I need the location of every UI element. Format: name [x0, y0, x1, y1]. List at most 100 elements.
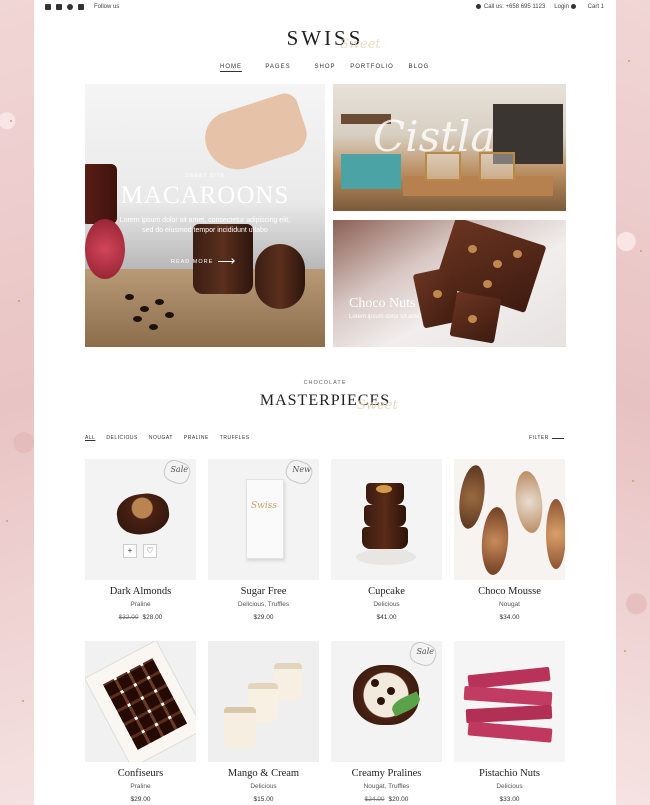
product-card[interactable]: Mango & Cream Delicious $15.00: [208, 641, 319, 803]
mousse-image: [512, 469, 546, 535]
product-filter-tabs: ALL DELICIOUS NOUGAT PRALINE TRUFFLES: [85, 435, 250, 441]
nav-item-blog[interactable]: BLOG: [396, 64, 443, 70]
chocolate-image: [114, 490, 172, 538]
sale-badge: Sale: [170, 465, 188, 474]
product-category[interactable]: Delicious: [331, 601, 442, 608]
add-to-cart-button[interactable]: +: [123, 544, 137, 558]
marble-background-right: [616, 0, 650, 805]
hero-banner-macaroons[interactable]: SWEET BITE MACAROONS Lorem ipsum dolor s…: [85, 84, 325, 347]
new-badge: New: [292, 465, 311, 474]
facebook-icon[interactable]: [45, 4, 51, 10]
phone-info: Call us: +658 695 1123: [475, 4, 546, 11]
product-card[interactable]: Confiseurs Praline $29.00: [85, 641, 196, 803]
site-logo[interactable]: SWISS: [34, 26, 616, 51]
filter-praline[interactable]: PRALINE: [184, 435, 209, 441]
pistachio-bar: [467, 666, 551, 690]
cart-link[interactable]: Cart 1: [588, 4, 604, 10]
old-price: $32.00: [118, 614, 139, 621]
filter-label: FILTER: [529, 435, 549, 441]
arrow-right-icon: [218, 261, 235, 262]
youtube-icon[interactable]: [78, 4, 84, 10]
product-name[interactable]: Cupcake: [331, 586, 442, 597]
nav-item-shop[interactable]: SHOP: [302, 64, 349, 70]
login-label: Login: [554, 4, 569, 11]
product-price: $33.00: [454, 796, 565, 803]
product-category[interactable]: Praline: [85, 601, 196, 608]
filter-button[interactable]: FILTER: [529, 435, 564, 441]
filter-delicious[interactable]: DELICIOUS: [106, 435, 137, 441]
nav-item-portfolio[interactable]: PORTFOLIO: [349, 64, 396, 70]
current-price: $29.00: [253, 614, 274, 621]
product-card[interactable]: Choco Mousse Nougat $34.00: [454, 459, 565, 621]
nav-item-home[interactable]: HOME: [208, 64, 255, 70]
product-image[interactable]: [454, 459, 565, 580]
login-link[interactable]: Login: [554, 4, 578, 10]
chocolate-pack-image: [246, 479, 284, 559]
section-title: MASTERPIECES: [259, 392, 391, 409]
filter-truffles[interactable]: TRUFFLES: [220, 435, 250, 441]
marble-background-left: [0, 0, 34, 805]
wishlist-button[interactable]: ♡: [143, 544, 157, 558]
product-card[interactable]: Sale + ♡ Dark Almonds Praline $32.00 $28.…: [85, 459, 196, 621]
hero-text: Lorem ipsum dolor sit amet, consectetur …: [119, 217, 291, 234]
product-image[interactable]: [85, 641, 196, 762]
current-price: $20.00: [388, 796, 409, 803]
mousse-image: [479, 506, 511, 576]
product-image[interactable]: [208, 641, 319, 762]
product-category[interactable]: Nougat, Truffles: [331, 783, 442, 790]
top-right-links: Call us: +658 695 1123 Login Cart 1: [475, 4, 604, 11]
product-card[interactable]: New Swiss Sugar Free Delicious, Truffles…: [208, 459, 319, 621]
product-image[interactable]: [454, 641, 565, 762]
hero-kicker: SWEET BITE: [184, 173, 226, 179]
product-category[interactable]: Delicious: [454, 783, 565, 790]
nav-item-pages[interactable]: PAGES: [255, 64, 302, 70]
filter-all[interactable]: ALL: [85, 435, 95, 441]
product-image[interactable]: Sale: [331, 641, 442, 762]
product-image[interactable]: New Swiss: [208, 459, 319, 580]
product-name[interactable]: Confiseurs: [85, 768, 196, 779]
section-script: Sweet: [357, 398, 398, 413]
hero-banner-shop[interactable]: Cistla: [333, 84, 566, 211]
logo-script: Sweet: [340, 37, 381, 52]
product-category[interactable]: Delicious, Truffles: [208, 601, 319, 608]
product-card[interactable]: Cupcake Delicious $41.00: [331, 459, 442, 621]
plate-image: [356, 549, 416, 565]
product-price: $29.00: [85, 796, 196, 803]
product-image[interactable]: [331, 459, 442, 580]
product-name[interactable]: Choco Mousse: [454, 586, 565, 597]
current-price: $28.00: [142, 614, 163, 621]
product-card[interactable]: Pistachio Nuts Delicious $33.00: [454, 641, 565, 803]
product-category[interactable]: Nougat: [454, 601, 565, 608]
product-card[interactable]: Sale Creamy Pralines Nougat, Truffles $2…: [331, 641, 442, 803]
product-name[interactable]: Sugar Free: [208, 586, 319, 597]
product-price: $24.00 $20.00: [331, 796, 442, 803]
product-price: $34.00: [454, 614, 565, 621]
pistachio-bar: [467, 721, 553, 743]
hero-banner-choco-nuts[interactable]: Choco Nuts Lorem ipsum dolor sit amet: [333, 220, 566, 347]
product-name[interactable]: Pistachio Nuts: [454, 768, 565, 779]
chocolate-cup-image: [255, 244, 305, 309]
product-name[interactable]: Creamy Pralines: [331, 768, 442, 779]
product-price: $29.00: [208, 614, 319, 621]
product-name[interactable]: Dark Almonds: [85, 586, 196, 597]
read-more-button[interactable]: READ MORE: [171, 256, 241, 267]
phone-text: Call us: +658 695 1123: [483, 4, 546, 11]
pack-logo: Swiss: [251, 501, 277, 511]
product-category[interactable]: Delicious: [208, 783, 319, 790]
user-icon: [570, 4, 576, 9]
twitter-icon[interactable]: [56, 4, 62, 10]
product-category[interactable]: Praline: [85, 783, 196, 790]
cupcake-layer: [364, 505, 406, 527]
pinterest-icon[interactable]: [67, 4, 73, 10]
product-image[interactable]: Sale + ♡: [85, 459, 196, 580]
product-price: $15.00: [208, 796, 319, 803]
product-price: $32.00 $28.00: [85, 614, 196, 621]
caramel-topping: [376, 485, 392, 493]
product-name[interactable]: Mango & Cream: [208, 768, 319, 779]
current-price: $33.00: [499, 796, 520, 803]
product-price: $41.00: [331, 614, 442, 621]
hand-image: [198, 90, 312, 178]
filter-nougat[interactable]: NOUGAT: [149, 435, 173, 441]
pistachio-bar: [465, 704, 553, 724]
current-price: $29.00: [130, 796, 151, 803]
